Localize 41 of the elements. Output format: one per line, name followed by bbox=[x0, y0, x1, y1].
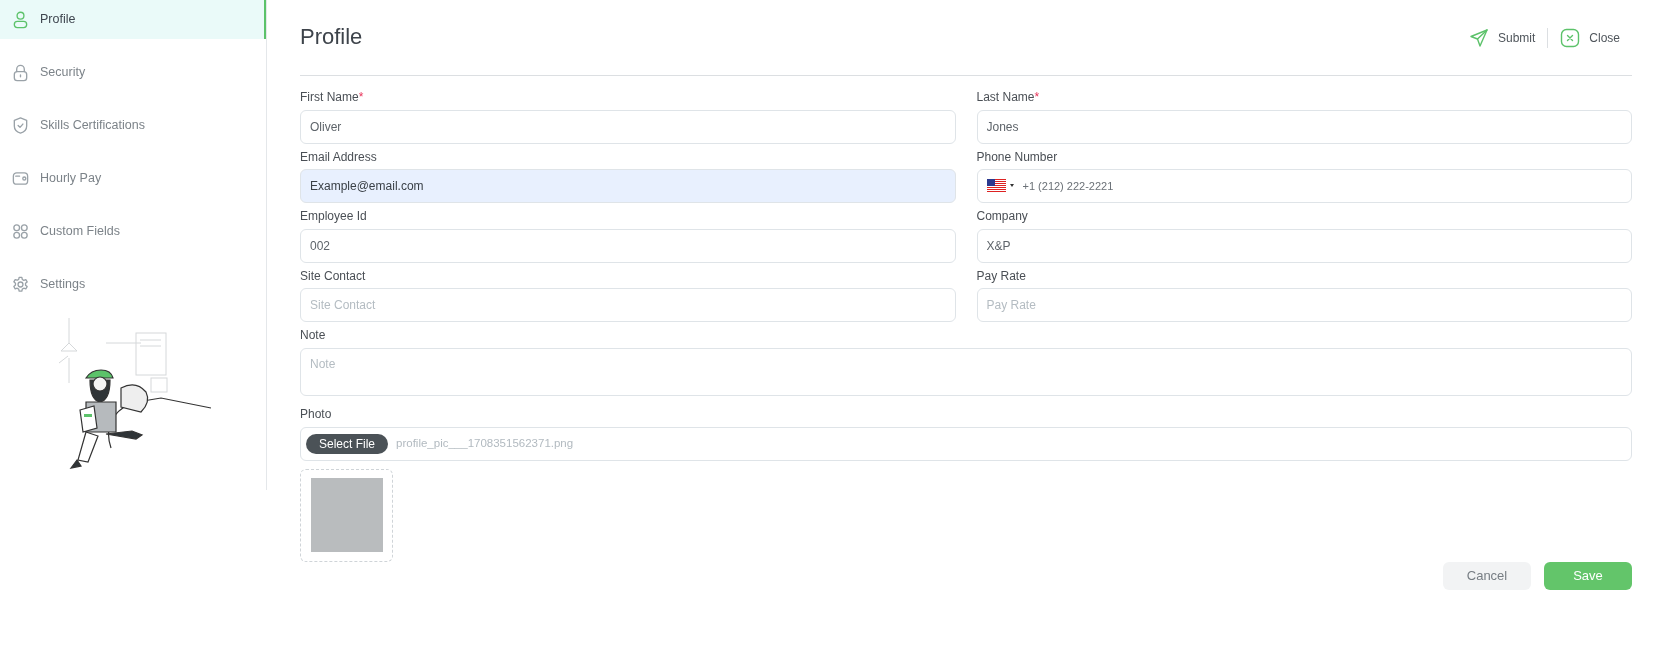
flag-selector-icon[interactable] bbox=[986, 179, 1015, 194]
sidebar-item[interactable]: Skills Certifications bbox=[0, 106, 266, 145]
field-label: Pay Rate bbox=[976, 268, 1027, 285]
field-label: Email Address bbox=[300, 149, 378, 166]
page-title: Profile bbox=[300, 24, 363, 51]
sidebar-item[interactable]: Security bbox=[0, 53, 266, 92]
close-icon bbox=[1560, 27, 1581, 48]
input-field[interactable]: X&P bbox=[976, 228, 1632, 263]
send-icon bbox=[1468, 27, 1489, 48]
input-field[interactable]: Pay Rate bbox=[976, 288, 1632, 323]
file-field[interactable]: Select File profile_pic___1708351562371.png bbox=[300, 426, 1632, 461]
sidebar-item[interactable]: Settings bbox=[0, 265, 266, 304]
field-label: Photo bbox=[300, 406, 333, 423]
shield-icon bbox=[11, 116, 30, 135]
input-field[interactable]: 002 bbox=[300, 228, 956, 263]
select-file-button[interactable]: Select File bbox=[306, 433, 389, 454]
field-label: Phone Number bbox=[976, 149, 1059, 166]
grid-icon bbox=[11, 222, 30, 241]
person-icon bbox=[11, 10, 30, 29]
submit-button[interactable]: Submit bbox=[1456, 27, 1548, 48]
wallet-icon bbox=[11, 169, 30, 188]
phone-field[interactable]: +1 (212) 222-2221 bbox=[976, 169, 1632, 204]
close-button[interactable]: Close bbox=[1548, 27, 1632, 48]
input-field[interactable]: Site Contact bbox=[300, 288, 956, 323]
field-label: Site Contact bbox=[300, 268, 367, 285]
field-label: Employee Id bbox=[300, 209, 368, 225]
sidebar-item[interactable]: Hourly Pay bbox=[0, 159, 266, 198]
input-field[interactable]: Oliver bbox=[300, 109, 956, 144]
file-name: profile_pic___1708351562371.png bbox=[396, 435, 574, 451]
input-field[interactable]: Jones bbox=[976, 109, 1632, 144]
sidebar-item[interactable]: Profile bbox=[0, 0, 266, 39]
field-label: Note bbox=[300, 328, 327, 344]
field-label: Company bbox=[976, 209, 1029, 225]
note-field[interactable]: Note bbox=[300, 347, 1632, 396]
input-field[interactable]: Example@email.com bbox=[300, 169, 956, 204]
lock-icon bbox=[11, 63, 30, 82]
field-label: First Name* bbox=[300, 90, 365, 106]
sidebar-item[interactable]: Custom Fields bbox=[0, 212, 266, 251]
cancel-button[interactable]: Cancel bbox=[1443, 561, 1531, 590]
field-label: Last Name* bbox=[976, 90, 1041, 106]
settings-icon bbox=[11, 275, 30, 294]
